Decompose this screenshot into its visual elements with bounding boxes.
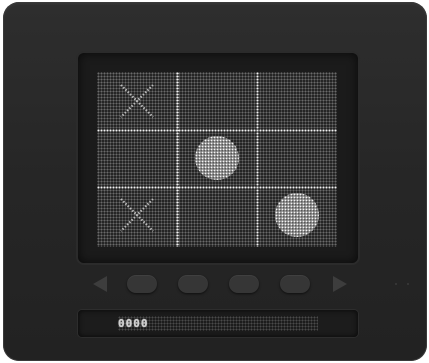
board-cell-r3-c3[interactable] [257,186,336,243]
indicator-dot [395,283,397,285]
triangle-right-icon[interactable] [333,276,347,292]
board-cell-r2-c3[interactable] [257,129,336,186]
triangle-left-icon[interactable] [93,276,107,292]
button-4[interactable] [280,275,310,293]
board-cell-r2-c2[interactable] [177,129,256,186]
o-mark-icon [194,135,239,180]
board-cell-r2-c1[interactable] [97,129,176,186]
handheld-device: 0000 [3,2,427,361]
x-mark-icon [119,83,154,118]
button-3[interactable] [229,275,259,293]
o-mark-icon [274,192,319,237]
board-cell-r3-c2[interactable] [177,186,256,243]
dot-matrix-screen [78,53,358,263]
board-cell-r1-c3[interactable] [257,72,336,129]
x-mark-icon [119,197,154,232]
button-2[interactable] [178,275,208,293]
status-strip: 0000 [78,310,358,337]
tic-tac-toe-board [97,72,337,247]
indicator-dot [407,283,409,285]
button-1[interactable] [127,275,157,293]
board-cell-r1-c2[interactable] [177,72,256,129]
control-row [91,270,353,298]
status-text: 0000 [118,317,149,330]
board-cell-r1-c1[interactable] [97,72,176,129]
board-cell-r3-c1[interactable] [97,186,176,243]
